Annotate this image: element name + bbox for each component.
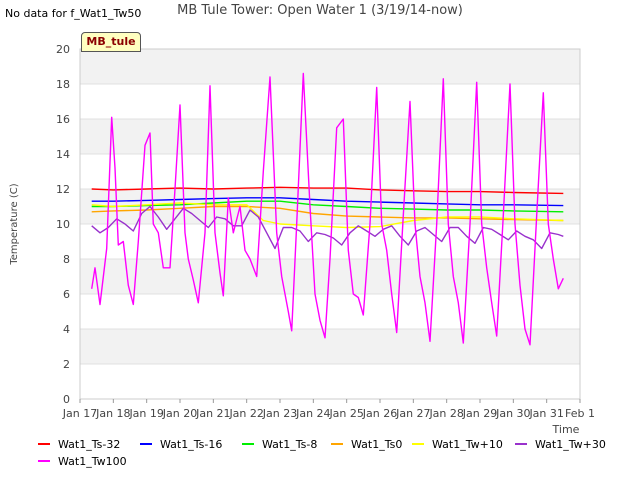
legend-swatch bbox=[515, 443, 527, 445]
y-tick-label: 8 bbox=[63, 253, 70, 266]
background-band bbox=[80, 294, 580, 329]
legend-label: Wat1_Ts-8 bbox=[262, 437, 318, 451]
background-band bbox=[80, 49, 580, 84]
y-tick-label: 4 bbox=[63, 323, 70, 336]
legend-swatch bbox=[331, 443, 343, 445]
x-tick-label: Jan 22 bbox=[228, 407, 263, 420]
y-tick-label: 18 bbox=[56, 78, 70, 91]
x-tick-label: Jan 29 bbox=[462, 407, 497, 420]
site-tag: MB_tule bbox=[81, 32, 141, 52]
chart: 02468101214161820 Jan 17Jan 18Jan 19Jan … bbox=[9, 43, 595, 436]
legend-item: Wat1_Tw+10 bbox=[412, 437, 503, 451]
legend-item: Wat1_Ts-32 bbox=[38, 437, 120, 451]
background-band bbox=[80, 364, 580, 399]
x-axis-label: Time bbox=[552, 423, 580, 436]
legend-label: Wat1_Tw100 bbox=[58, 454, 127, 468]
x-tick-label: Jan 28 bbox=[428, 407, 463, 420]
legend-label: Wat1_Ts0 bbox=[351, 437, 403, 451]
x-tick-label: Jan 26 bbox=[362, 407, 397, 420]
legend-item: Wat1_Ts-16 bbox=[140, 437, 222, 451]
legend-item: Wat1_Ts0 bbox=[331, 437, 402, 451]
x-tick-label: Jan 30 bbox=[495, 407, 530, 420]
background-band bbox=[80, 119, 580, 154]
legend-label: Wat1_Tw+10 bbox=[432, 437, 503, 451]
y-tick-label: 20 bbox=[56, 43, 70, 56]
x-tick-label: Jan 31 bbox=[528, 407, 563, 420]
x-tick-label: Jan 20 bbox=[162, 407, 197, 420]
legend-item: Wat1_Tw+30 bbox=[515, 437, 606, 451]
legend-swatch bbox=[412, 443, 424, 445]
legend-label: Wat1_Ts-16 bbox=[160, 437, 223, 451]
x-tick-label: Jan 23 bbox=[262, 407, 297, 420]
x-tick-label: Jan 17 bbox=[62, 407, 97, 420]
y-axis-label: Temperature (C) bbox=[9, 183, 20, 265]
legend-item: Wat1_Ts-8 bbox=[242, 437, 317, 451]
y-axis-ticks: 0 2 4 6 8 10 12 14 16 18 20 bbox=[56, 43, 70, 406]
y-tick-label: 10 bbox=[56, 218, 70, 231]
x-axis-ticks: Jan 17Jan 18Jan 19Jan 20Jan 21Jan 22Jan … bbox=[62, 399, 595, 420]
background-band bbox=[80, 329, 580, 364]
y-tick-label: 12 bbox=[56, 183, 70, 196]
x-tick-label: Feb 1 bbox=[565, 407, 595, 420]
y-tick-label: 6 bbox=[63, 288, 70, 301]
x-tick-label: Jan 24 bbox=[295, 407, 330, 420]
legend-label: Wat1_Ts-32 bbox=[58, 437, 121, 451]
legend-swatch bbox=[140, 443, 152, 445]
legend-item: Wat1_Tw100 bbox=[38, 454, 127, 468]
legend-swatch bbox=[38, 460, 50, 462]
chart-title: MB Tule Tower: Open Water 1 (3/19/14-now… bbox=[177, 3, 463, 18]
y-tick-label: 0 bbox=[63, 393, 70, 406]
x-tick-label: Jan 19 bbox=[128, 407, 163, 420]
background-band bbox=[80, 84, 580, 119]
x-tick-label: Jan 25 bbox=[328, 407, 363, 420]
y-tick-label: 14 bbox=[56, 148, 70, 161]
legend-swatch bbox=[242, 443, 254, 445]
y-tick-label: 16 bbox=[56, 113, 70, 126]
x-tick-label: Jan 21 bbox=[195, 407, 230, 420]
y-tick-label: 2 bbox=[63, 358, 70, 371]
legend-label: Wat1_Tw+30 bbox=[535, 437, 606, 451]
legend-swatch bbox=[38, 443, 50, 445]
x-tick-label: Jan 18 bbox=[95, 407, 130, 420]
x-tick-label: Jan 27 bbox=[395, 407, 430, 420]
